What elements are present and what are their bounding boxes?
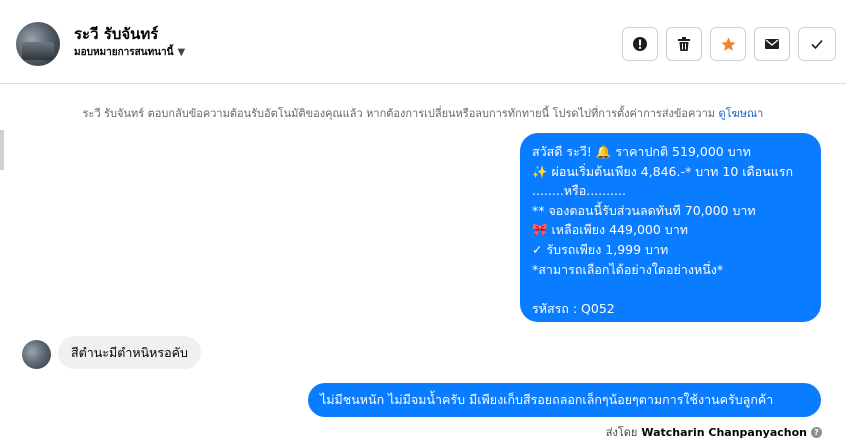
star-button[interactable]: [710, 27, 746, 61]
mail-icon: [765, 39, 779, 49]
view-ad-link[interactable]: ดูโฆษณา: [719, 107, 764, 120]
assign-label: มอบหมายการสนทนานี้: [74, 47, 174, 58]
conversation-header: ระวี รับจันทร์ มอบหมายการสนทนานี้ ▼: [0, 0, 846, 84]
contact-avatar[interactable]: [16, 22, 60, 66]
auto-reply-notice: ระวี รับจันทร์ ตอบกลับข้อความต้อนรับอัตโ…: [0, 104, 846, 122]
contact-avatar-small: [22, 340, 51, 369]
delete-button[interactable]: [666, 27, 702, 61]
header-actions: [622, 27, 836, 61]
sent-by-line: ส่งโดย Watcharin Chanpanyachon ?: [606, 423, 822, 441]
mark-spam-button[interactable]: [622, 27, 658, 61]
outgoing-message-bubble[interactable]: สวัสดี ระวี! 🔔 ราคาปกติ 519,000 บาท ✨ ผ่…: [520, 133, 821, 322]
sender-name: Watcharin Chanpanyachon: [641, 425, 807, 439]
caret-down-icon: ▼: [177, 47, 186, 58]
scrollbar[interactable]: [0, 130, 4, 170]
incoming-message-bubble[interactable]: สีตำนะมีตำหนิหรอคับ: [58, 336, 201, 369]
assign-conversation-dropdown[interactable]: มอบหมายการสนทนานี้ ▼: [74, 45, 185, 60]
trash-icon: [678, 37, 690, 51]
help-icon[interactable]: ?: [811, 426, 822, 438]
notice-text: ระวี รับจันทร์ ตอบกลับข้อความต้อนรับอัตโ…: [82, 107, 719, 120]
check-icon: [811, 39, 823, 50]
alert-icon: [633, 37, 647, 51]
outgoing-message-bubble[interactable]: ไม่มีชนหนัก ไม่มีจมน้ำครับ มีเพียงเก็บสี…: [308, 383, 821, 417]
contact-name[interactable]: ระวี รับจันทร์: [74, 22, 158, 46]
mark-unread-button[interactable]: [754, 27, 790, 61]
star-icon: [720, 36, 736, 51]
sent-by-prefix: ส่งโดย: [605, 426, 638, 439]
mark-done-button[interactable]: [798, 27, 836, 61]
